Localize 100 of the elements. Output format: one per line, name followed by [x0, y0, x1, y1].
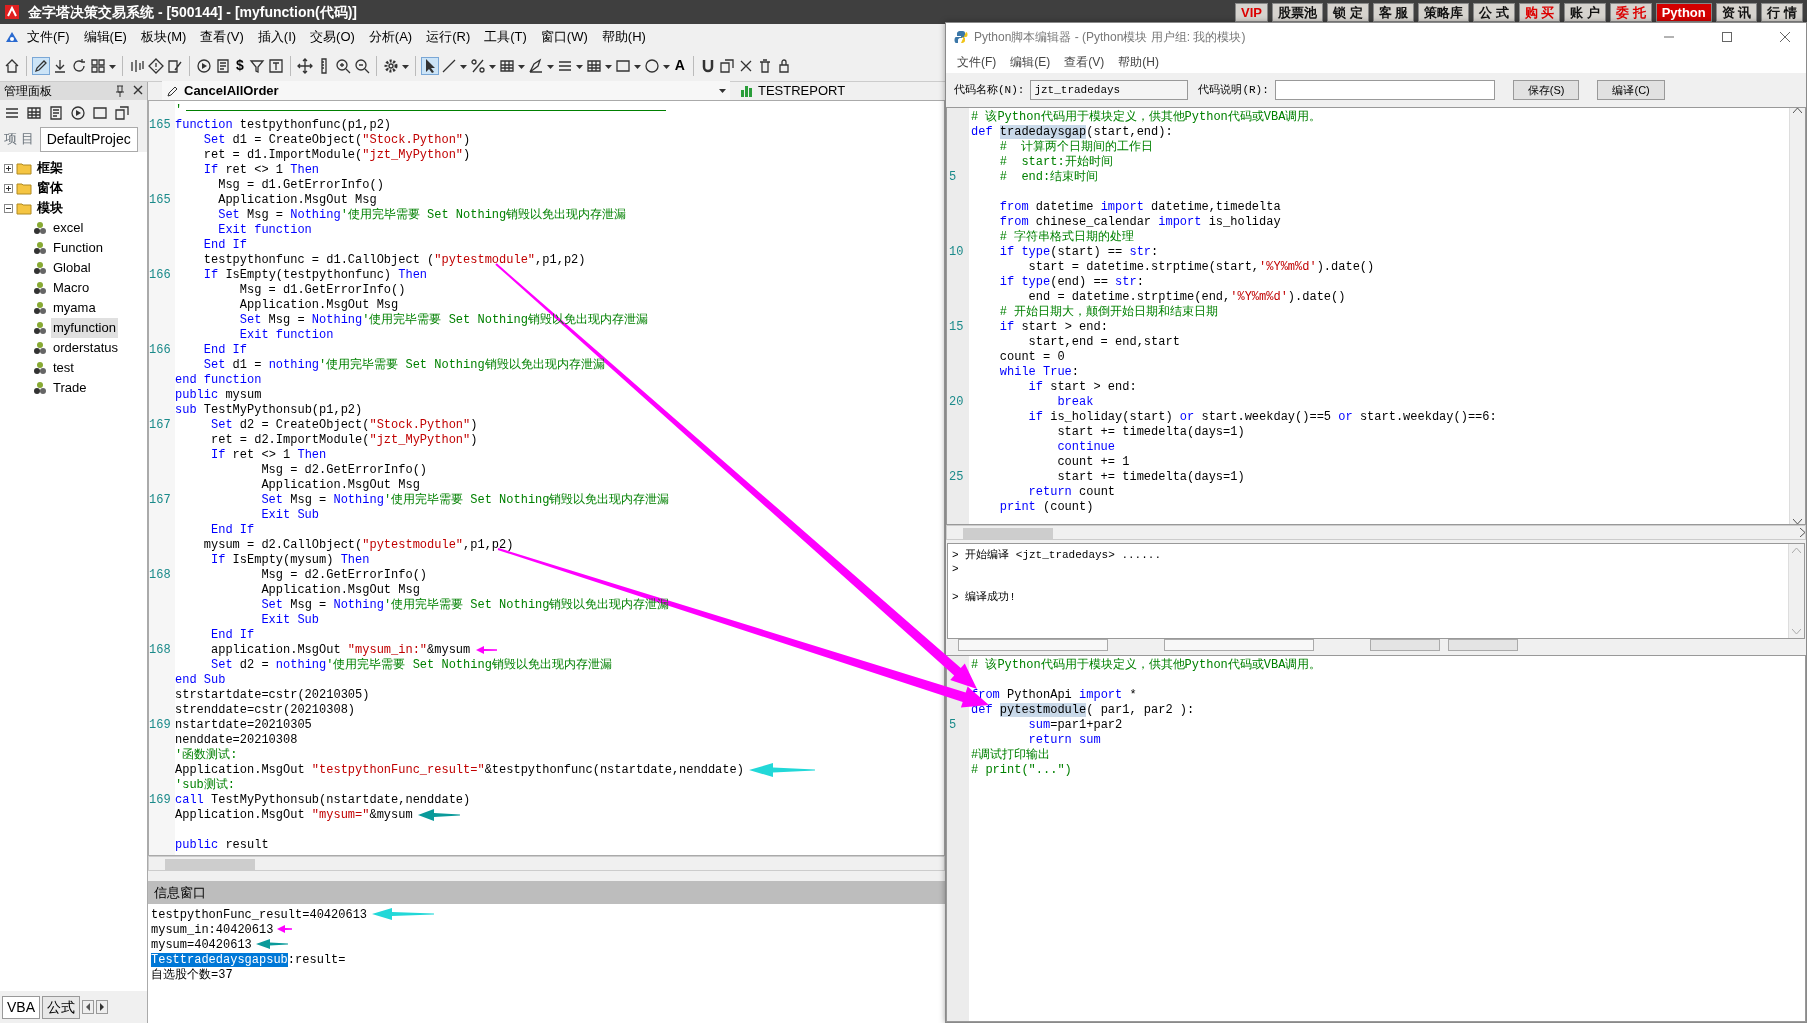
- toolbar-button[interactable]: 策略库: [1418, 2, 1470, 22]
- rect-icon[interactable]: [92, 105, 108, 121]
- tree-item[interactable]: myama: [51, 298, 98, 318]
- project-tab[interactable]: DefaultProjec: [39, 126, 138, 152]
- tree-item[interactable]: Macro: [51, 278, 92, 298]
- toolbar-button[interactable]: Python: [1655, 2, 1712, 22]
- grid-icon[interactable]: [90, 57, 106, 74]
- text-tool-button[interactable]: A: [672, 55, 687, 76]
- tree-item[interactable]: 窗体: [35, 178, 65, 198]
- settings-icon[interactable]: [382, 57, 399, 74]
- menu-item[interactable]: 交易(O): [303, 27, 362, 47]
- table-icon[interactable]: [26, 105, 42, 121]
- menu-item[interactable]: 帮助(H): [594, 27, 653, 47]
- tree-item[interactable]: 框架: [35, 158, 65, 178]
- module-dropdown[interactable]: CancelAllOrder: [162, 81, 730, 101]
- text-box-icon[interactable]: [267, 57, 284, 74]
- download-icon[interactable]: [52, 57, 68, 74]
- toolbar-button[interactable]: 公 式: [1473, 2, 1515, 22]
- menu-item[interactable]: 插入(I): [250, 27, 304, 47]
- toolbar-button[interactable]: 账 户: [1564, 2, 1607, 22]
- percent-icon[interactable]: [469, 57, 486, 74]
- code-line: start += timedelta(days=1): [1056, 425, 1245, 440]
- input-field[interactable]: [1164, 639, 1314, 651]
- scroll-up-icon[interactable]: [1793, 108, 1802, 114]
- cursor-icon[interactable]: [421, 57, 438, 74]
- menu-item[interactable]: 编辑(E): [1003, 53, 1058, 71]
- action-button[interactable]: 编译(C): [1597, 80, 1665, 100]
- document-icon[interactable]: [215, 57, 231, 74]
- toolbar-button[interactable]: 行 情: [1761, 2, 1803, 22]
- tree-item[interactable]: Global: [51, 258, 93, 278]
- action-button[interactable]: 保存(S): [1512, 80, 1580, 100]
- vertical-scrollbar[interactable]: [1789, 108, 1805, 524]
- filter-icon[interactable]: [248, 57, 265, 74]
- expand-icon[interactable]: [4, 183, 13, 193]
- horizontal-scrollbar[interactable]: [946, 525, 1806, 540]
- zoom-out-icon[interactable]: [353, 57, 370, 74]
- menu-item[interactable]: 帮助(H): [1111, 53, 1166, 71]
- tree-item[interactable]: excel: [51, 218, 86, 238]
- scrollbar-thumb[interactable]: [963, 527, 1053, 539]
- pin-icon[interactable]: [115, 85, 125, 97]
- circle-icon[interactable]: [643, 57, 660, 74]
- menu-item[interactable]: 文件(F): [950, 53, 1004, 71]
- home-icon[interactable]: [4, 57, 20, 74]
- expand-icon[interactable]: [4, 163, 13, 173]
- toolbar-button[interactable]: 资 讯: [1715, 2, 1758, 22]
- pencil-icon[interactable]: [33, 57, 49, 74]
- table-icon[interactable]: [585, 57, 602, 74]
- name-field[interactable]: jzt_tradedays: [1030, 80, 1189, 100]
- tab[interactable]: 公式: [42, 995, 80, 1019]
- pen-icon[interactable]: [527, 57, 544, 74]
- menu-item[interactable]: 查看(V): [193, 27, 251, 47]
- play-icon[interactable]: [70, 105, 86, 121]
- tab[interactable]: VBA: [2, 995, 40, 1019]
- tree-item[interactable]: orderstatus: [51, 338, 121, 358]
- toolbar-button[interactable]: 锁 定: [1326, 2, 1369, 22]
- scroll-right-icon[interactable]: [1799, 528, 1805, 537]
- menu-item[interactable]: 工具(T): [477, 27, 534, 47]
- project-label: 项 目: [4, 130, 34, 149]
- collapse-icon[interactable]: [4, 203, 13, 213]
- description-field[interactable]: [1274, 80, 1495, 100]
- toolbar-button[interactable]: 客 服: [1372, 2, 1415, 22]
- refresh-icon[interactable]: [71, 57, 87, 74]
- input-field[interactable]: [958, 639, 1108, 651]
- table-icon[interactable]: [498, 57, 515, 74]
- tree-item[interactable]: test: [51, 358, 76, 378]
- diamond-icon[interactable]: [148, 57, 164, 74]
- chart-icon[interactable]: [129, 57, 145, 74]
- menu-item[interactable]: 查看(V): [1057, 53, 1112, 71]
- line-number: 165: [149, 193, 171, 207]
- scroll-left-icon[interactable]: [82, 1000, 94, 1014]
- menu-item[interactable]: 运行(R): [419, 27, 478, 47]
- maximize-icon[interactable]: [1722, 32, 1732, 42]
- menu-item[interactable]: 窗口(W): [533, 27, 595, 47]
- scroll-right-icon[interactable]: [96, 1000, 108, 1014]
- scroll-down-icon[interactable]: [1793, 518, 1802, 524]
- lines-icon[interactable]: [4, 105, 20, 121]
- tree-item[interactable]: 模块: [35, 198, 65, 218]
- toolbar-button[interactable]: 股票池: [1271, 2, 1323, 22]
- play-icon[interactable]: [196, 57, 212, 74]
- line-icon[interactable]: [440, 57, 457, 74]
- zoom-in-icon[interactable]: [334, 57, 351, 74]
- rect-icon[interactable]: [614, 57, 631, 74]
- currency-button[interactable]: $: [234, 55, 246, 76]
- report-tab[interactable]: TESTREPORT: [740, 81, 846, 101]
- menu-item[interactable]: 文件(F): [20, 27, 77, 47]
- menu-item[interactable]: 板块(M): [133, 27, 194, 47]
- tree-item[interactable]: Function: [51, 238, 105, 258]
- close-icon[interactable]: [1780, 32, 1790, 42]
- document-icon[interactable]: [48, 105, 64, 121]
- edit-icon[interactable]: [167, 57, 183, 74]
- scrollbar-thumb[interactable]: [165, 858, 255, 870]
- move-icon[interactable]: [296, 57, 313, 74]
- tree-item[interactable]: Trade: [51, 378, 89, 398]
- close-icon[interactable]: [133, 85, 143, 95]
- copy-icon[interactable]: [114, 105, 130, 121]
- tree-item[interactable]: myfunction: [51, 318, 118, 338]
- menu-item[interactable]: 分析(A): [361, 27, 420, 47]
- copy-icon[interactable]: [718, 57, 735, 74]
- menu-item[interactable]: 编辑(E): [76, 27, 134, 47]
- horizontal-scrollbar[interactable]: [148, 856, 945, 871]
